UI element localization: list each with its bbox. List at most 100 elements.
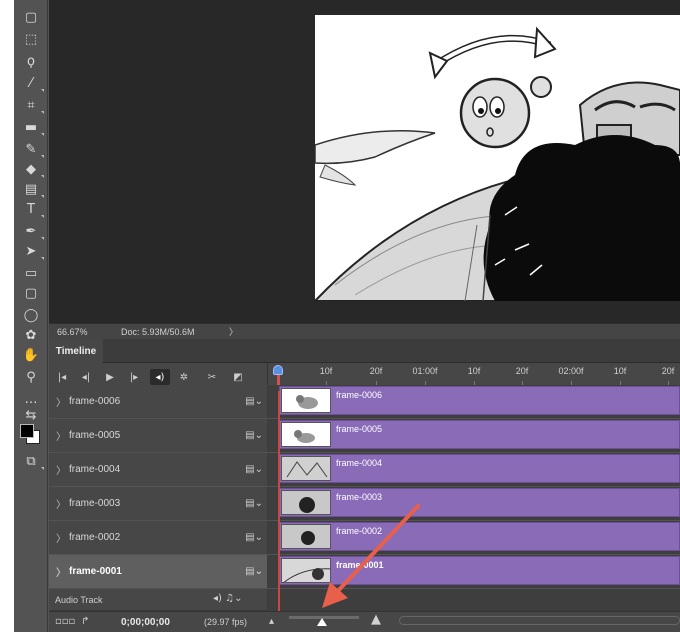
film-strip-icon[interactable]: ▤⌄ — [245, 430, 263, 441]
video-clip[interactable]: frame-0006 — [279, 386, 680, 415]
layer-name: frame-0005 — [69, 430, 121, 441]
film-strip-icon[interactable]: ▤⌄ — [245, 532, 263, 543]
expand-chevron-icon[interactable]: 〉 — [49, 564, 69, 579]
color-swatch-icon[interactable] — [20, 424, 42, 446]
layer-name: frame-0003 — [69, 498, 121, 509]
brush-icon[interactable]: ✎ — [20, 140, 44, 158]
screen-mode-icon[interactable]: ⧉ — [20, 452, 44, 470]
gradient-icon[interactable]: ▤ — [20, 180, 44, 198]
audio-controls-icon[interactable]: ◂) ♫⌄ — [213, 593, 242, 604]
layer-row-frame-0001[interactable]: 〉 frame-0001 ▤⌄ frame-0001 — [49, 555, 680, 588]
film-strip-icon[interactable]: ▤⌄ — [245, 498, 263, 509]
ruler-label: 10f — [319, 366, 333, 376]
ruler-icon[interactable]: ▬ — [20, 118, 44, 136]
audio-track-lane[interactable] — [267, 589, 680, 611]
layer-row-frame-0003[interactable]: 〉 frame-0003 ▤⌄ frame-0003 — [49, 487, 680, 520]
prev-frame-icon[interactable]: ◂| — [77, 369, 95, 385]
video-clip[interactable]: frame-0004 — [279, 454, 680, 483]
layer-row-frame-0004[interactable]: 〉 frame-0004 ▤⌄ frame-0004 — [49, 453, 680, 486]
expand-chevron-icon[interactable]: 〉 — [49, 496, 69, 511]
swap-colors-icon[interactable]: ⇆ — [20, 406, 42, 424]
film-strip-icon[interactable]: ▤⌄ — [245, 566, 263, 577]
layer-track[interactable]: frame-0002 — [267, 521, 680, 554]
video-clip[interactable]: frame-0005 — [279, 420, 680, 449]
status-menu-arrow[interactable]: 〉 — [229, 325, 238, 338]
video-clip[interactable]: frame-0002 — [279, 522, 680, 551]
photoshop-window: ▢ ⬚ ϙ ⁄ ⌗ ▬ ✎ ◆ ▤ T ✒ ➤ ▭ ▢ ◯ ✿ ✋ ⚲ … ⇆ … — [14, 0, 680, 632]
next-frame-icon[interactable]: |▸ — [125, 369, 143, 385]
layer-row-frame-0002[interactable]: 〉 frame-0002 ▤⌄ frame-0002 — [49, 521, 680, 554]
path-select-icon[interactable]: ➤ — [20, 242, 44, 260]
clip-name: frame-0001 — [336, 560, 384, 570]
layer-label[interactable]: 〉 frame-0003 ▤⌄ — [49, 487, 267, 520]
settings-gear-icon[interactable]: ✲ — [175, 369, 193, 385]
custom-shape-icon[interactable]: ✿ — [20, 326, 42, 344]
type-icon[interactable]: T — [20, 200, 44, 218]
ellipse-icon[interactable]: ◯ — [20, 306, 42, 324]
film-strip-icon[interactable]: ▤⌄ — [245, 464, 263, 475]
ruler-label: 10f — [613, 366, 627, 376]
tab-timeline[interactable]: Timeline — [49, 339, 103, 363]
expand-chevron-icon[interactable]: 〉 — [49, 462, 69, 477]
layer-label[interactable]: 〉 frame-0004 ▤⌄ — [49, 453, 267, 486]
split-scissors-icon[interactable]: ✂ — [203, 369, 221, 385]
playhead-line — [278, 391, 280, 611]
video-clip[interactable]: frame-0003 — [279, 488, 680, 517]
expand-chevron-icon[interactable]: 〉 — [49, 428, 69, 443]
layer-label[interactable]: 〉 frame-0006 ▤⌄ — [49, 385, 267, 418]
layer-track[interactable]: frame-0003 — [267, 487, 680, 520]
new-doc-icon[interactable]: ▢ — [20, 8, 42, 26]
magic-wand-icon[interactable]: ⁄ — [20, 74, 44, 92]
layer-track[interactable]: frame-0005 — [267, 419, 680, 452]
zoom-out-icon[interactable]: ▴ — [269, 616, 274, 627]
film-strip-icon[interactable]: ▤⌄ — [245, 396, 263, 407]
expand-chevron-icon[interactable]: 〉 — [49, 530, 69, 545]
clip-thumbnail — [281, 524, 331, 549]
first-frame-icon[interactable]: |◂ — [53, 369, 71, 385]
mute-audio-icon[interactable]: ◂) — [150, 369, 170, 385]
eraser-icon[interactable]: ◆ — [20, 160, 44, 178]
hand-icon[interactable]: ✋ — [20, 346, 42, 364]
layer-label[interactable]: 〉 frame-0005 ▤⌄ — [49, 419, 267, 452]
clip-thumbnail — [281, 456, 331, 481]
rounded-rect-icon[interactable]: ▢ — [20, 284, 42, 302]
play-icon[interactable]: ▶ — [101, 369, 119, 385]
doc-size[interactable]: Doc: 5.93M/50.6M — [121, 327, 229, 337]
rectangle-icon[interactable]: ▭ — [20, 264, 42, 282]
render-video-icon[interactable]: ↱ — [81, 616, 89, 627]
transition-icon[interactable]: ◩ — [229, 369, 247, 385]
frame-animation-icon[interactable]: ▫▫▫ — [55, 616, 75, 627]
pen-icon[interactable]: ✒ — [20, 222, 44, 240]
lasso-icon[interactable]: ϙ — [20, 52, 42, 70]
layer-name: frame-0006 — [69, 396, 121, 407]
zoom-icon[interactable]: ⚲ — [20, 368, 42, 386]
zoom-in-icon[interactable]: ▲ — [371, 612, 381, 627]
zoom-level[interactable]: 66.67% — [49, 327, 121, 337]
video-clip[interactable]: frame-0001 — [279, 556, 680, 585]
canvas-area[interactable] — [49, 0, 680, 323]
layer-row-frame-0005[interactable]: 〉 frame-0005 ▤⌄ frame-0005 — [49, 419, 680, 452]
ruler-label: 20f — [369, 366, 383, 376]
ruler-label: 20f — [515, 366, 529, 376]
playhead-handle[interactable] — [273, 365, 283, 375]
layer-label[interactable]: 〉 frame-0002 ▤⌄ — [49, 521, 267, 554]
zoom-slider-handle[interactable] — [317, 618, 327, 626]
document-canvas[interactable] — [315, 15, 680, 301]
timeline-scrollbar[interactable] — [399, 616, 680, 625]
layer-track[interactable]: frame-0006 — [267, 385, 680, 418]
panel-tabbar: Timeline — [49, 339, 680, 363]
layer-label[interactable]: 〉 frame-0001 ▤⌄ — [49, 555, 267, 588]
audio-track-label: Audio Track — [55, 595, 103, 605]
crop-icon[interactable]: ⌗ — [20, 96, 44, 114]
clip-thumbnail — [281, 490, 331, 515]
clip-thumbnail — [281, 388, 331, 413]
layer-row-frame-0006[interactable]: 〉 frame-0006 ▤⌄ frame-0006 — [49, 385, 680, 418]
layer-track[interactable]: frame-0001 — [267, 555, 680, 588]
audio-track-row[interactable]: Audio Track ◂) ♫⌄ — [49, 589, 680, 611]
layer-name: frame-0001 — [69, 566, 122, 577]
ruler-label: 01:00f — [412, 366, 438, 376]
layer-track[interactable]: frame-0004 — [267, 453, 680, 486]
timecode[interactable]: 0;00;00;00 — [121, 617, 170, 628]
marquee-icon[interactable]: ⬚ — [20, 30, 42, 48]
expand-chevron-icon[interactable]: 〉 — [49, 394, 69, 409]
